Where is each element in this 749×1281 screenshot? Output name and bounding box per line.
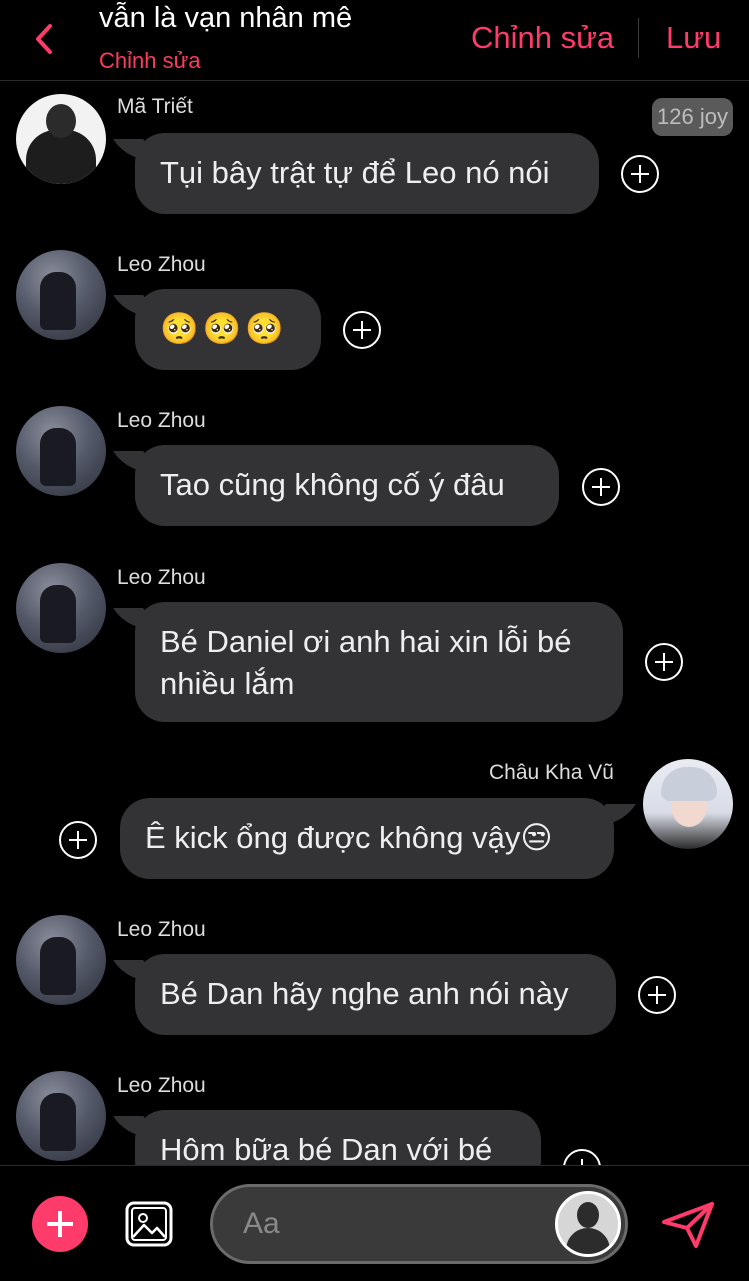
message-bubble[interactable]: Hôm bữa bé Dan với bé [135, 1110, 541, 1165]
chevron-left-icon[interactable] [30, 22, 60, 56]
plus-circle-icon[interactable] [621, 155, 659, 193]
input-placeholder: Aa [243, 1207, 280, 1240]
sender-name: Leo Zhou [117, 918, 206, 941]
plus-circle-icon[interactable] [645, 643, 683, 681]
avatar[interactable] [16, 94, 106, 184]
sender-name: Leo Zhou [117, 566, 206, 589]
avatar[interactable] [16, 1071, 106, 1161]
joy-badge: 126 joy [652, 98, 733, 136]
add-icon[interactable] [32, 1196, 88, 1252]
chat-subtitle: Chỉnh sửa [99, 48, 201, 73]
message-input[interactable]: Aa [210, 1184, 628, 1264]
sender-name: Leo Zhou [117, 409, 206, 432]
edit-button[interactable]: Chỉnh sửa [471, 20, 614, 56]
save-button[interactable]: Lưu [666, 20, 721, 56]
sender-name: Leo Zhou [117, 1074, 206, 1097]
plus-circle-icon[interactable] [343, 311, 381, 349]
message-line: nhiều lắm [160, 666, 295, 701]
send-icon[interactable] [660, 1200, 716, 1250]
avatar[interactable] [16, 250, 106, 340]
message-bubble[interactable]: 🥺🥺🥺 [135, 289, 321, 370]
message-bubble[interactable]: Bé Dan hãy nghe anh nói này [135, 954, 616, 1035]
plus-circle-icon[interactable] [563, 1149, 601, 1165]
message-bubble[interactable]: Tụi bây trật tự để Leo nó nói [135, 133, 599, 214]
chat-title: vẫn là vạn nhân mê [99, 2, 353, 34]
divider [638, 18, 639, 58]
plus-circle-icon[interactable] [59, 821, 97, 859]
message-bubble[interactable]: Ê kick ổng được không vậy😒 [120, 798, 614, 879]
avatar[interactable] [16, 563, 106, 653]
user-avatar-icon[interactable] [555, 1191, 621, 1257]
message-bubble[interactable]: Bé Daniel ơi anh hai xin lỗi bé nhiều lắ… [135, 602, 623, 722]
chat-header: vẫn là vạn nhân mê Chỉnh sửa Chỉnh sửa L… [0, 0, 749, 81]
message-bubble[interactable]: Tao cũng không cố ý đâu [135, 445, 559, 526]
composer-bar: Aa [0, 1165, 749, 1281]
sender-name: Mã Triết [117, 95, 193, 118]
message-list[interactable]: Mã Triết 126 joy Tụi bây trật tự để Leo … [0, 81, 749, 1165]
image-icon[interactable] [124, 1200, 174, 1248]
sender-name: Châu Kha Vũ [489, 761, 614, 784]
avatar[interactable] [16, 915, 106, 1005]
plus-circle-icon[interactable] [582, 468, 620, 506]
message-line: Bé Daniel ơi anh hai xin lỗi bé [160, 624, 572, 659]
plus-circle-icon[interactable] [638, 976, 676, 1014]
avatar[interactable] [16, 406, 106, 496]
sender-name: Leo Zhou [117, 253, 206, 276]
avatar[interactable] [643, 759, 733, 849]
